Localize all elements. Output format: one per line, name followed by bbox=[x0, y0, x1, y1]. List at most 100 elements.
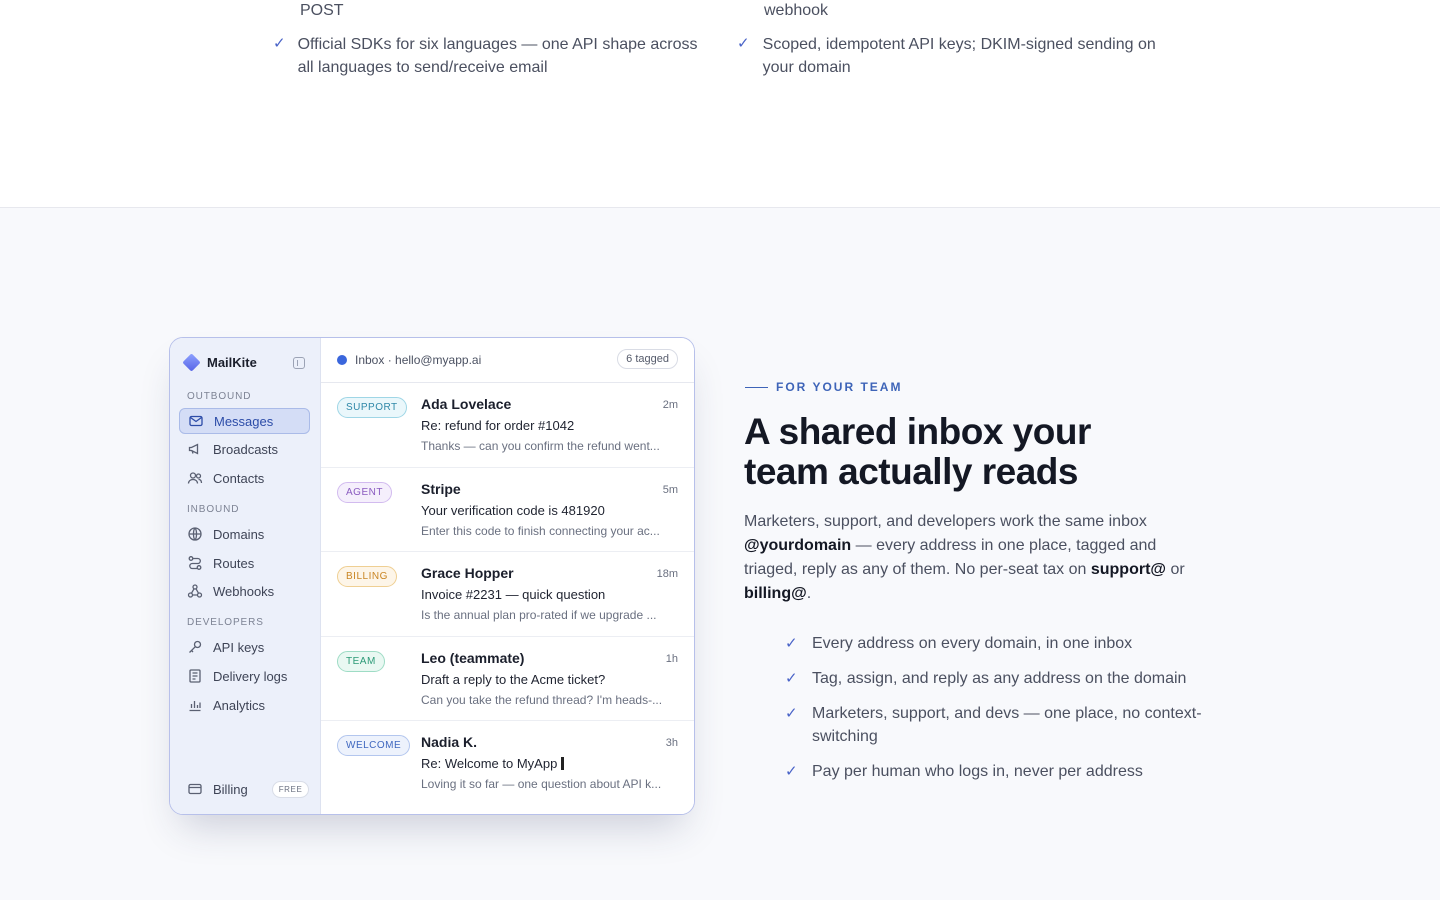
message-time: 2m bbox=[662, 399, 678, 411]
sidebar-item-label: Analytics bbox=[213, 697, 266, 713]
credit-card-icon bbox=[187, 781, 203, 797]
message-preview: Thanks — can you confirm the refund went… bbox=[421, 439, 660, 453]
section-label-developers: DEVELOPERS bbox=[187, 617, 264, 628]
collapse-sidebar-icon[interactable] bbox=[293, 357, 305, 369]
inbox-address: Inbox · hello@myapp.ai bbox=[355, 353, 482, 367]
features-section: POST webhook ✓ Official SDKs for six lan… bbox=[0, 0, 1440, 208]
feature-fragment-left: POST bbox=[300, 2, 344, 19]
sidebar-item-label: Routes bbox=[213, 555, 255, 571]
body-text: Marketers, support, and developers work … bbox=[744, 513, 1147, 530]
sidebar-item-delivery-logs[interactable]: Delivery logs bbox=[179, 663, 310, 689]
feature-item: ✓ Official SDKs for six languages — one … bbox=[273, 33, 713, 79]
body-emphasis: billing@ bbox=[744, 585, 807, 602]
benefit-list: ✓ Every address on every domain, in one … bbox=[785, 632, 1225, 795]
sidebar-item-label: Contacts bbox=[213, 470, 265, 486]
sidebar-item-domains[interactable]: Domains bbox=[179, 521, 310, 547]
key-icon bbox=[187, 639, 203, 655]
globe-icon bbox=[187, 526, 203, 542]
sidebar-item-broadcasts[interactable]: Broadcasts bbox=[179, 436, 310, 462]
message-preview: Can you take the refund thread? I'm head… bbox=[421, 692, 663, 707]
inbox-header: Inbox · hello@myapp.ai 6 tagged bbox=[321, 338, 694, 383]
route-icon bbox=[187, 555, 203, 571]
inbox-panel: Inbox · hello@myapp.ai 6 tagged SUPPORT … bbox=[321, 338, 694, 814]
sidebar-item-messages[interactable]: Messages bbox=[179, 408, 310, 434]
eyebrow-label: FOR YOUR TEAM bbox=[776, 380, 903, 394]
benefit-text: Every address on every domain, in one in… bbox=[812, 635, 1133, 652]
message-time: 3h bbox=[665, 737, 678, 749]
check-icon: ✓ bbox=[785, 670, 798, 687]
check-icon: ✓ bbox=[273, 35, 286, 52]
logs-icon bbox=[187, 668, 203, 684]
message-time: 1h bbox=[665, 652, 678, 665]
mailkite-logo-icon bbox=[182, 353, 201, 372]
message-row[interactable]: WELCOME Nadia K. 3h Re: Welcome to MyApp… bbox=[321, 721, 694, 806]
benefit-item: ✓ Every address on every domain, in one … bbox=[785, 632, 1225, 655]
message-subject: Re: refund for order #1042 bbox=[421, 418, 575, 433]
message-preview: Is the annual plan pro-rated if we upgra… bbox=[421, 608, 657, 622]
tagged-count-badge[interactable]: 6 tagged bbox=[617, 349, 678, 369]
message-row[interactable]: AGENT Stripe 5m Your verification code i… bbox=[321, 468, 694, 552]
feature-item: ✓ Scoped, idempotent API keys; DKIM-sign… bbox=[737, 33, 1177, 79]
text-cursor bbox=[561, 757, 565, 770]
benefit-item: ✓ Tag, assign, and reply as any address … bbox=[785, 667, 1225, 690]
section-label-outbound: OUTBOUND bbox=[187, 391, 252, 402]
message-preview: Enter this code to finish connecting you… bbox=[421, 523, 660, 538]
message-row[interactable]: SUPPORT Ada Lovelace 2m Re: refund for o… bbox=[321, 383, 694, 468]
sidebar-item-analytics[interactable]: Analytics bbox=[179, 692, 310, 718]
message-time: 5m bbox=[662, 483, 678, 496]
check-icon: ✓ bbox=[737, 35, 750, 52]
body-text: . bbox=[806, 585, 812, 602]
message-sender: Leo (teammate) bbox=[421, 649, 525, 666]
check-icon: ✓ bbox=[785, 705, 798, 722]
megaphone-icon bbox=[187, 441, 203, 457]
sidebar-item-label: Webhooks bbox=[213, 583, 275, 599]
users-icon bbox=[187, 470, 203, 486]
section-label-inbound: INBOUND bbox=[187, 504, 240, 515]
sidebar-item-api-keys[interactable]: API keys bbox=[179, 634, 310, 660]
sidebar-item-label: API keys bbox=[213, 639, 265, 655]
benefit-item: ✓ Pay per human who logs in, never per a… bbox=[785, 760, 1225, 783]
message-subject: Re: Welcome to MyApp bbox=[421, 756, 565, 771]
feature-text: Official SDKs for six languages — one AP… bbox=[297, 36, 698, 76]
message-tag: TEAM bbox=[337, 650, 385, 672]
message-sender: Stripe bbox=[421, 480, 461, 497]
body-emphasis: support@ bbox=[1090, 561, 1166, 578]
message-tag: WELCOME bbox=[337, 735, 411, 756]
sidebar-item-label: Billing bbox=[213, 781, 248, 797]
body-emphasis: @yourdomain bbox=[744, 537, 852, 554]
envelope-icon bbox=[188, 413, 204, 429]
message-subject-text: Re: Welcome to MyApp bbox=[421, 756, 558, 771]
section-headline: A shared inbox your team actually reads bbox=[744, 412, 1091, 492]
message-row[interactable]: TEAM Leo (teammate) 1h Draft a reply to … bbox=[321, 637, 694, 721]
message-preview: Loving it so far — one question about AP… bbox=[421, 777, 662, 791]
benefit-text: Tag, assign, and reply as any address on… bbox=[812, 670, 1187, 687]
eyebrow: FOR YOUR TEAM bbox=[745, 380, 902, 394]
brand-name: MailKite bbox=[207, 355, 257, 370]
sidebar-item-routes[interactable]: Routes bbox=[179, 550, 310, 576]
feature-text: Scoped, idempotent API keys; DKIM-signed… bbox=[762, 36, 1156, 76]
feature-fragment-right: webhook bbox=[764, 2, 829, 19]
eyebrow-rule bbox=[745, 386, 768, 388]
sidebar-item-label: Broadcasts bbox=[213, 441, 279, 457]
message-subject: Your verification code is 481920 bbox=[421, 502, 605, 518]
sidebar-item-label: Messages bbox=[214, 413, 274, 429]
check-icon: ✓ bbox=[785, 763, 798, 780]
message-row[interactable]: BILLING Grace Hopper 18m Invoice #2231 —… bbox=[321, 552, 694, 637]
message-sender: Grace Hopper bbox=[421, 565, 514, 581]
sidebar-item-billing[interactable]: Billing FREE bbox=[179, 776, 310, 802]
sidebar-item-label: Domains bbox=[213, 526, 265, 542]
message-tag: SUPPORT bbox=[337, 397, 407, 418]
inbox-status-dot bbox=[337, 355, 347, 365]
sidebar-item-webhooks[interactable]: Webhooks bbox=[179, 578, 310, 604]
webhook-icon bbox=[187, 583, 203, 599]
section-body: Marketers, support, and developers work … bbox=[744, 510, 1204, 606]
sidebar: MailKite OUTBOUND Messages Broadcasts Co… bbox=[170, 338, 321, 814]
benefit-text: Marketers, support, and devs — one place… bbox=[812, 705, 1202, 745]
message-tag: BILLING bbox=[337, 566, 397, 587]
benefit-text: Pay per human who logs in, never per add… bbox=[812, 763, 1143, 780]
brand[interactable]: MailKite bbox=[182, 353, 257, 372]
benefit-item: ✓ Marketers, support, and devs — one pla… bbox=[785, 702, 1225, 748]
sidebar-item-label: Delivery logs bbox=[213, 668, 288, 684]
message-subject: Invoice #2231 — quick question bbox=[421, 587, 606, 602]
sidebar-item-contacts[interactable]: Contacts bbox=[179, 465, 310, 491]
